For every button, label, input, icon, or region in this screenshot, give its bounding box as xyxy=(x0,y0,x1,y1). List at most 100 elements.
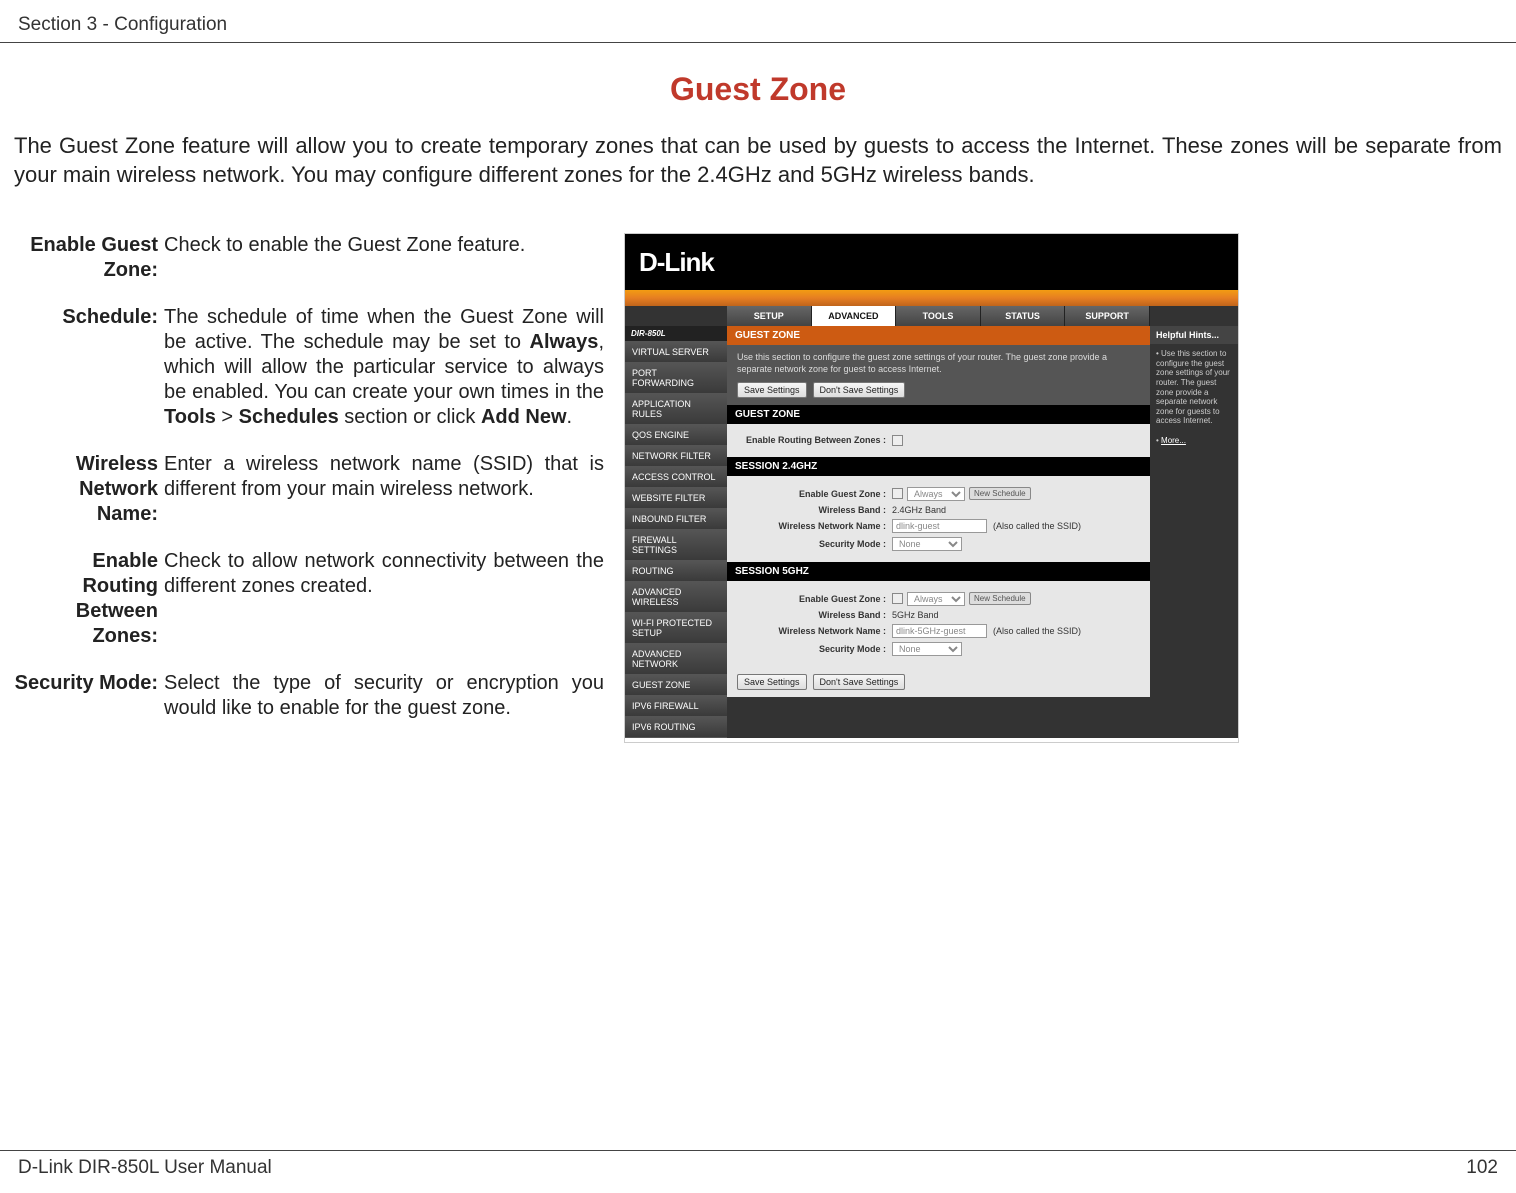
content-wrap: Enable Guest Zone: Check to enable the G… xyxy=(0,233,1516,743)
def-enable-routing: Enable Routing Between Zones: Check to a… xyxy=(14,549,604,649)
tab-setup[interactable]: SETUP xyxy=(727,306,812,326)
hints-more-link[interactable]: More... xyxy=(1161,436,1186,445)
text: . xyxy=(567,406,573,428)
nav-virtual-server[interactable]: VIRTUAL SERVER xyxy=(625,342,727,363)
save-settings-button[interactable]: Save Settings xyxy=(737,382,807,398)
new-schedule-button-5[interactable]: New Schedule xyxy=(969,592,1031,605)
nav-port-forwarding[interactable]: PORT FORWARDING xyxy=(625,363,727,394)
intro-description: Use this section to configure the guest … xyxy=(737,352,1140,375)
dlink-logo: D-Link xyxy=(639,247,714,278)
intro-paragraph: The Guest Zone feature will allow you to… xyxy=(0,132,1516,189)
row-band-5: Wireless Band : 5GHz Band xyxy=(737,610,1140,620)
tab-advanced[interactable]: ADVANCED xyxy=(812,306,897,326)
val: (Also called the SSID) xyxy=(892,519,1081,533)
bold-tools: Tools xyxy=(164,406,216,428)
select-schedule-24[interactable]: Always xyxy=(907,487,965,501)
text: > xyxy=(216,406,239,428)
hints-text: Use this section to configure the guest … xyxy=(1156,349,1230,425)
router-main-panel: GUEST ZONE Use this section to configure… xyxy=(727,326,1150,738)
ssid-note: (Also called the SSID) xyxy=(993,626,1081,636)
nav-access-control[interactable]: ACCESS CONTROL xyxy=(625,467,727,488)
def-security-mode: Security Mode: Select the type of securi… xyxy=(14,671,604,721)
block-intro: GUEST ZONE Use this section to configure… xyxy=(727,326,1150,404)
nav-wifi-protected-setup[interactable]: WI-FI PROTECTED SETUP xyxy=(625,613,727,644)
def-value: Select the type of security or encryptio… xyxy=(164,671,604,721)
footer-left: D-Link DIR-850L User Manual xyxy=(18,1157,272,1179)
nav-inbound-filter[interactable]: INBOUND FILTER xyxy=(625,509,727,530)
nav-application-rules[interactable]: APPLICATION RULES xyxy=(625,394,727,425)
definitions-column: Enable Guest Zone: Check to enable the G… xyxy=(14,233,604,743)
nav-routing[interactable]: ROUTING xyxy=(625,561,727,582)
select-security-24[interactable]: None xyxy=(892,537,962,551)
row-enable-guest-5: Enable Guest Zone : Always New Schedule xyxy=(737,592,1140,606)
nav-advanced-network[interactable]: ADVANCED NETWORK xyxy=(625,644,727,675)
nav-website-filter[interactable]: WEBSITE FILTER xyxy=(625,488,727,509)
tab-support[interactable]: SUPPORT xyxy=(1065,306,1150,326)
row-wname-5: Wireless Network Name : (Also called the… xyxy=(737,624,1140,638)
def-value: Enter a wireless network name (SSID) tha… xyxy=(164,452,604,527)
nav-ipv6-firewall[interactable]: IPV6 FIREWALL xyxy=(625,696,727,717)
label: Wireless Network Name : xyxy=(737,626,892,636)
router-hints-panel: Helpful Hints... • Use this section to c… xyxy=(1150,326,1238,738)
router-main-tabs: SETUP ADVANCED TOOLS STATUS SUPPORT xyxy=(625,306,1238,326)
input-ssid-5[interactable] xyxy=(892,624,987,638)
band-value-5: 5GHz Band xyxy=(892,610,939,620)
tab-tools[interactable]: TOOLS xyxy=(896,306,981,326)
select-security-5[interactable]: None xyxy=(892,642,962,656)
block-session-24: SESSION 2.4GHZ Enable Guest Zone : Alway… xyxy=(727,457,1150,562)
row-enable-routing: Enable Routing Between Zones : xyxy=(737,435,1140,446)
def-wireless-name: Wireless Network Name: Enter a wireless … xyxy=(14,452,604,527)
page-footer: D-Link DIR-850L User Manual 102 xyxy=(0,1150,1516,1179)
select-schedule-5[interactable]: Always xyxy=(907,592,965,606)
checkbox-enable-routing[interactable] xyxy=(892,435,903,446)
block-session-5: SESSION 5GHZ Enable Guest Zone : Always … xyxy=(727,562,1150,667)
label: Security Mode : xyxy=(737,539,892,549)
row-security-5: Security Mode : None xyxy=(737,642,1140,656)
nav-network-filter[interactable]: NETWORK FILTER xyxy=(625,446,727,467)
block-guestzone-body: Enable Routing Between Zones : xyxy=(727,424,1150,457)
checkbox-enable-guest-5[interactable] xyxy=(892,593,903,604)
band-value-24: 2.4GHz Band xyxy=(892,505,946,515)
nav-firewall-settings[interactable]: FIREWALL SETTINGS xyxy=(625,530,727,561)
tab-status[interactable]: STATUS xyxy=(981,306,1066,326)
block-bottom-buttons: Save Settings Don't Save Settings xyxy=(727,667,1150,697)
block-intro-head: GUEST ZONE xyxy=(727,326,1150,345)
text: section or click xyxy=(339,406,481,428)
label-enable-routing: Enable Routing Between Zones : xyxy=(737,435,892,445)
label: Wireless Band : xyxy=(737,610,892,620)
button-row-bottom: Save Settings Don't Save Settings xyxy=(737,674,1140,690)
block-session24-head: SESSION 2.4GHZ xyxy=(727,457,1150,476)
block-intro-body: Use this section to configure the guest … xyxy=(727,345,1150,404)
row-wname-24: Wireless Network Name : (Also called the… xyxy=(737,519,1140,533)
input-ssid-24[interactable] xyxy=(892,519,987,533)
new-schedule-button-24[interactable]: New Schedule xyxy=(969,487,1031,500)
def-value: Check to allow network connectivity betw… xyxy=(164,549,604,649)
nav-ipv6-routing[interactable]: IPV6 ROUTING xyxy=(625,717,727,738)
def-value: Check to enable the Guest Zone feature. xyxy=(164,233,525,283)
router-sidebar: DIR-850L VIRTUAL SERVER PORT FORWARDING … xyxy=(625,326,727,738)
block-session5-head: SESSION 5GHZ xyxy=(727,562,1150,581)
device-model-badge: DIR-850L xyxy=(625,326,727,342)
val: None xyxy=(892,537,962,551)
dont-save-button-bottom[interactable]: Don't Save Settings xyxy=(813,674,906,690)
label: Enable Guest Zone : xyxy=(737,594,892,604)
bold-addnew: Add New xyxy=(481,406,567,428)
block-guestzone-head: GUEST ZONE xyxy=(727,405,1150,424)
label: Enable Guest Zone : xyxy=(737,489,892,499)
def-enable-guest-zone: Enable Guest Zone: Check to enable the G… xyxy=(14,233,604,283)
def-label: Schedule: xyxy=(14,305,164,430)
val: Always New Schedule xyxy=(892,487,1031,501)
dont-save-button[interactable]: Don't Save Settings xyxy=(813,382,906,398)
page-title: Guest Zone xyxy=(0,71,1516,108)
button-row: Save Settings Don't Save Settings xyxy=(737,382,1140,398)
hints-body: • Use this section to configure the gues… xyxy=(1150,344,1238,450)
router-screenshot: D-Link SETUP ADVANCED TOOLS STATUS SUPPO… xyxy=(624,233,1239,743)
hints-head: Helpful Hints... xyxy=(1150,326,1238,344)
ssid-note: (Also called the SSID) xyxy=(993,521,1081,531)
checkbox-enable-guest-24[interactable] xyxy=(892,488,903,499)
nav-guest-zone[interactable]: GUEST ZONE xyxy=(625,675,727,696)
save-settings-button-bottom[interactable]: Save Settings xyxy=(737,674,807,690)
nav-advanced-wireless[interactable]: ADVANCED WIRELESS xyxy=(625,582,727,613)
label: Wireless Network Name : xyxy=(737,521,892,531)
nav-qos-engine[interactable]: QOS ENGINE xyxy=(625,425,727,446)
